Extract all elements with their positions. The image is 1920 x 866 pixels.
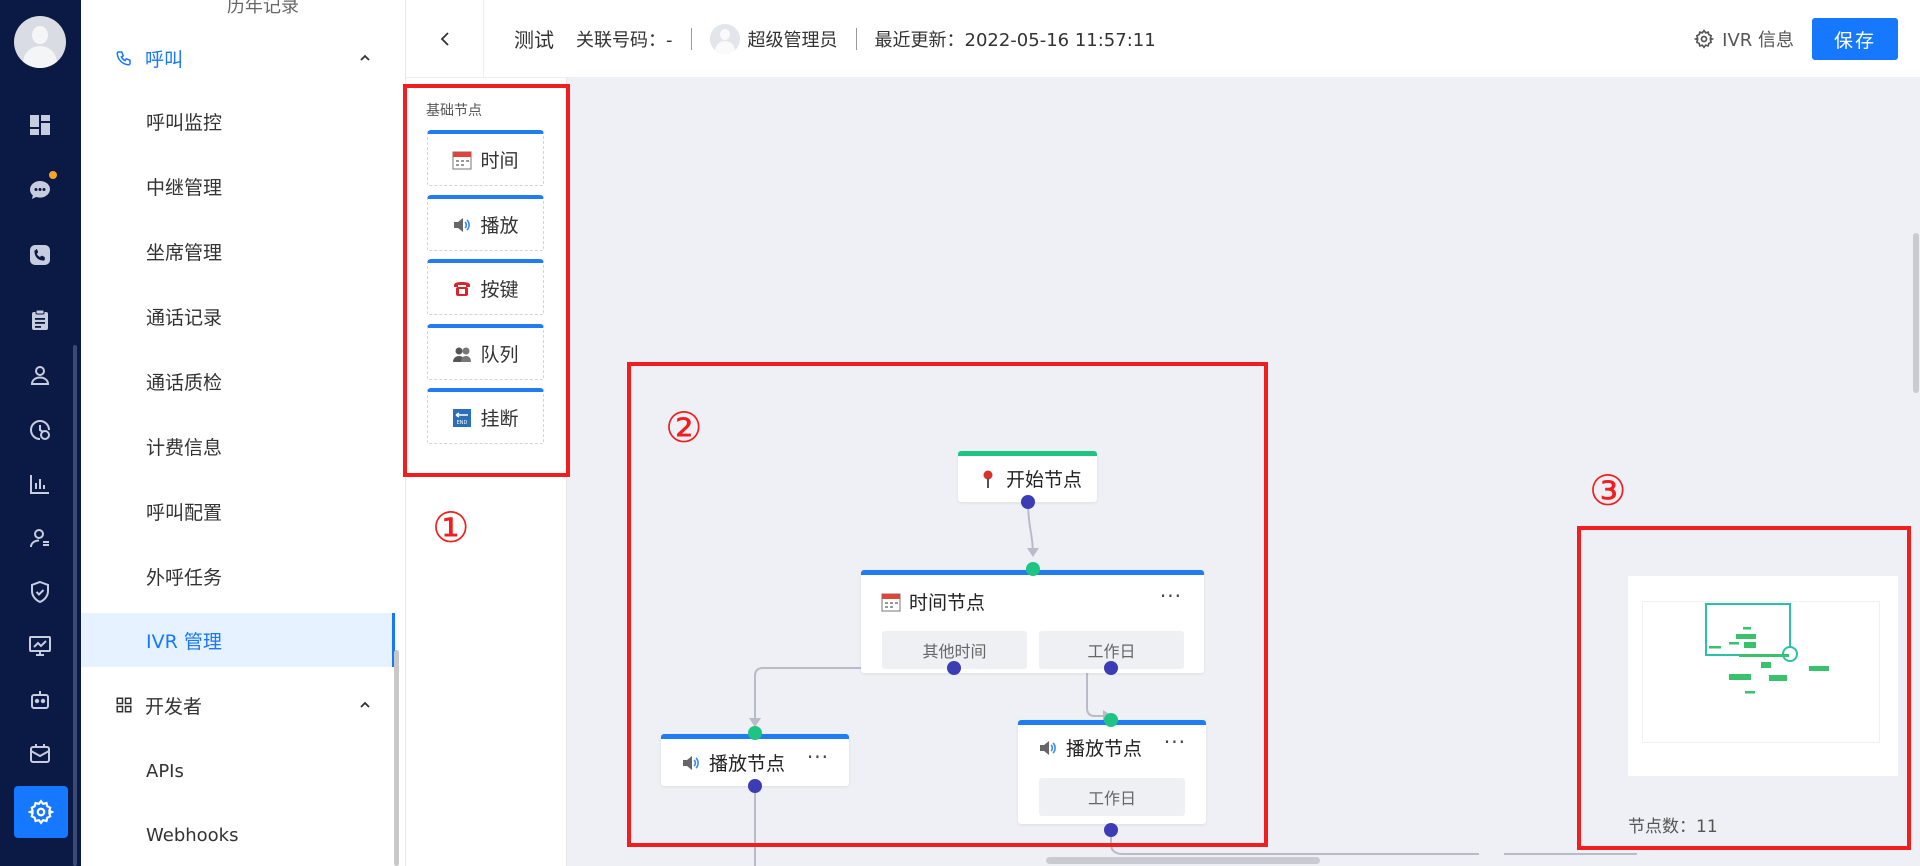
dashboard-icon[interactable] [26,111,54,139]
phone-call-icon [115,49,133,67]
flow-name: 测试 [514,28,554,52]
chevron-up-icon [360,701,370,708]
sidebar-item-agent[interactable]: 坐席管理 [81,224,395,278]
phone-icon[interactable] [26,241,54,269]
bar-chart-icon[interactable] [26,470,54,498]
icon-rail [0,0,81,866]
agent-icon[interactable] [26,524,54,552]
chevron-up-icon [360,54,370,61]
menu-group-label: 开发者 [145,695,203,718]
menu-group-label: 呼叫 [145,48,184,71]
clipboard-icon[interactable] [26,306,54,334]
annotation-label-1: ① [432,503,470,552]
divider [855,27,857,50]
sidebar-item-ivr[interactable]: IVR 管理 [81,613,395,667]
sidebar-item-billing[interactable]: 计费信息 [81,419,395,473]
annotation-box-3 [1577,526,1911,850]
related-number: 关联号码：- [576,29,673,51]
annotation-label-3: ③ [1589,466,1627,515]
chevron-left-icon [440,31,449,46]
sidebar-item-call-config[interactable]: 呼叫配置 [81,484,395,538]
monitor-chart-icon[interactable] [26,632,54,660]
rail-scrollbar[interactable] [73,345,77,866]
sidebar-item-apis[interactable]: APIs [81,744,395,798]
sidebar-item-outbound[interactable]: 外呼任务 [81,549,395,603]
sidebar-item-quality[interactable]: 通话质检 [81,354,395,408]
editor-user-name: 超级管理员 [747,29,838,51]
editor-avatar [709,23,740,54]
sidebar-item-webhooks[interactable]: Webhooks [81,808,395,862]
sidebar-item-cut[interactable]: 历年记录 [227,0,299,18]
last-update: 最近更新：2022-05-16 11:57:11 [874,29,1156,51]
history-icon[interactable] [26,416,54,444]
sidebar-scrollbar[interactable] [394,650,399,866]
editor-header: 测试 关联号码：- 超级管理员 最近更新：2022-05-16 11:57:11… [406,0,1920,78]
canvas-vertical-scrollbar[interactable] [1913,233,1919,393]
notification-badge [47,169,59,181]
back-button[interactable] [406,0,484,78]
sidebar-item-call-monitor[interactable]: 呼叫监控 [81,94,395,148]
sidebar-menu: 历年记录 呼叫 呼叫监控 中继管理 坐席管理 通话记录 通话质检 计费信息 呼叫… [81,0,406,866]
grid-icon [115,696,133,714]
canvas-horizontal-scrollbar[interactable] [1046,857,1320,864]
shield-icon[interactable] [26,578,54,606]
annotation-box-1 [403,84,570,477]
ivr-info-label: IVR 信息 [1722,30,1794,51]
sidebar-item-call-records[interactable]: 通话记录 [81,289,395,343]
gear-icon [1694,29,1715,49]
divider [690,27,692,50]
annotation-box-2 [627,362,1268,847]
save-button[interactable]: 保存 [1812,18,1898,60]
settings-icon[interactable] [14,786,68,838]
ivr-info-button[interactable]: IVR 信息 [1694,26,1794,52]
user-avatar[interactable] [14,16,66,68]
mail-box-icon[interactable] [26,740,54,768]
user-icon[interactable] [26,361,54,389]
annotation-label-2: ② [665,403,703,452]
robot-icon[interactable] [26,686,54,714]
menu-group-call[interactable]: 呼叫 [81,34,391,82]
menu-group-developer[interactable]: 开发者 [81,681,391,729]
sidebar-item-trunk[interactable]: 中继管理 [81,159,395,213]
